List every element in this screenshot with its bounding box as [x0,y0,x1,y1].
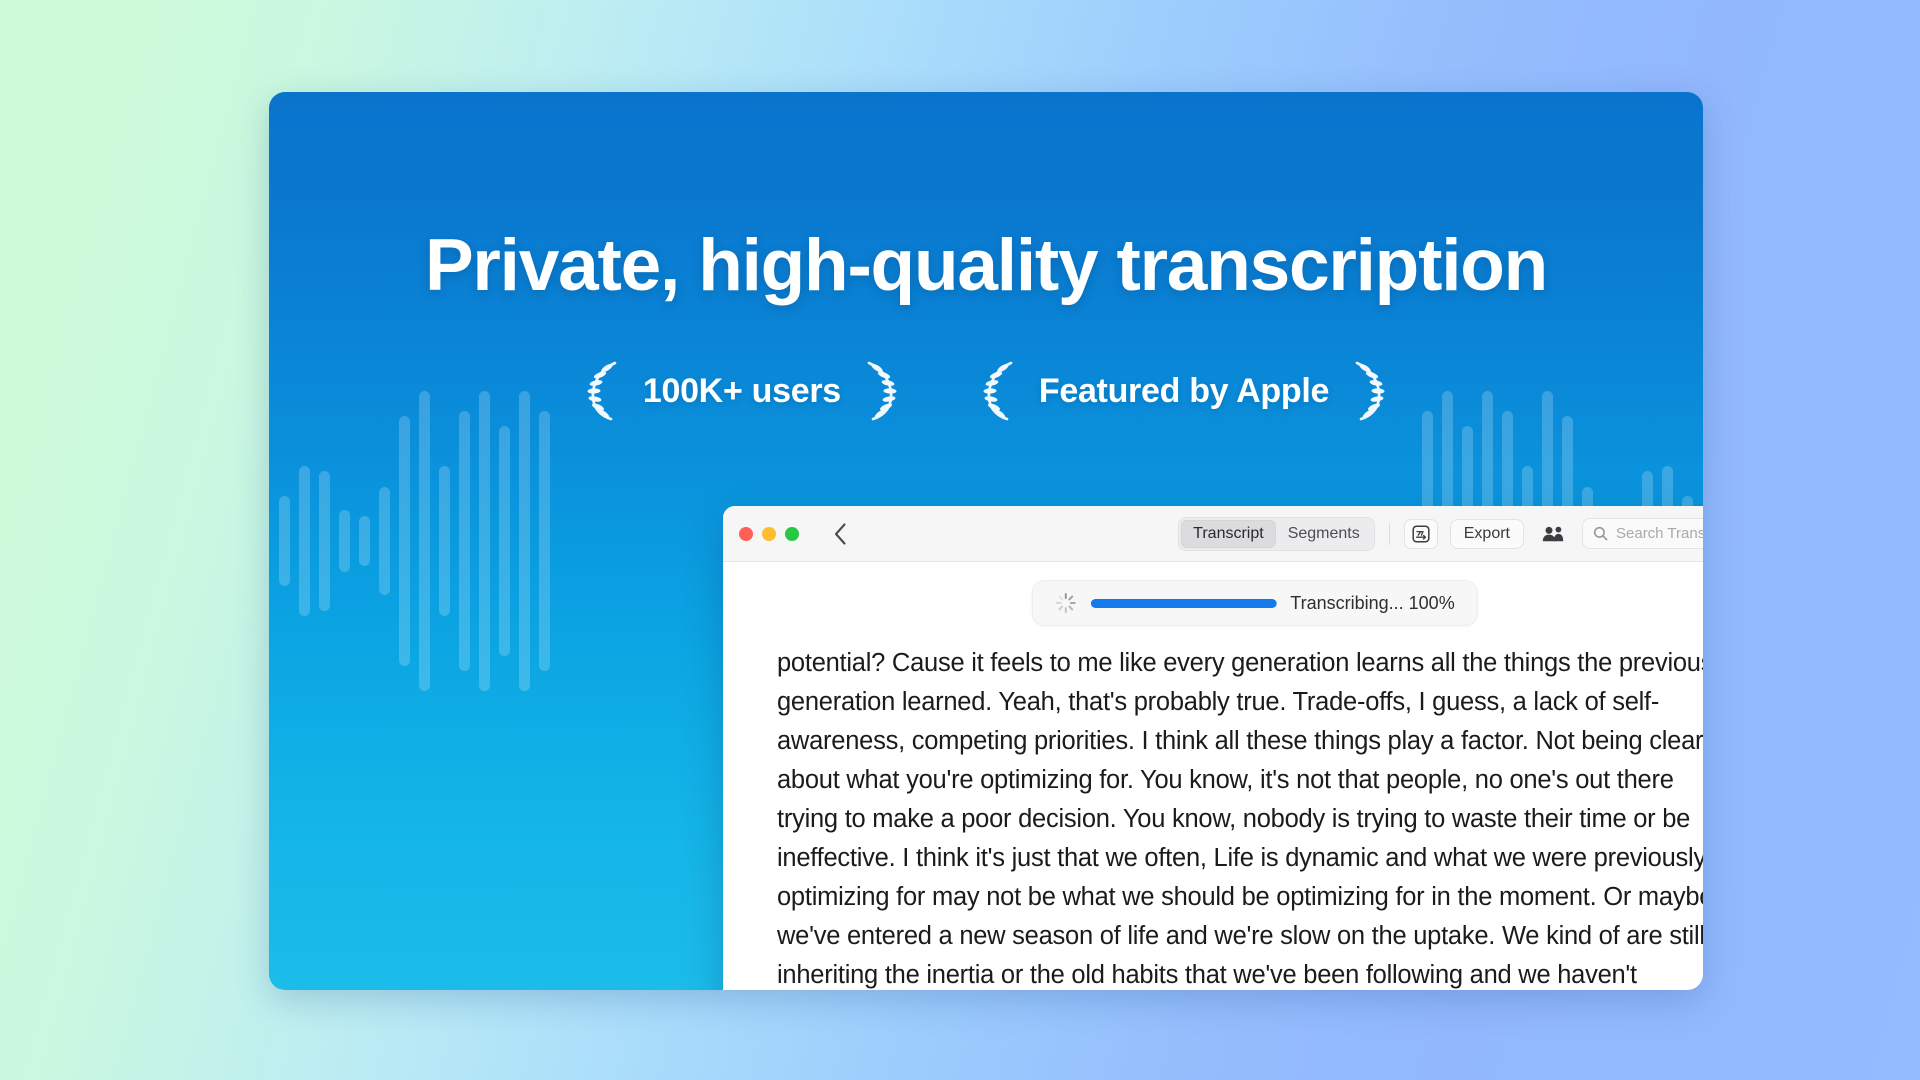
waveform-bar [459,411,470,671]
toolbar: Transcript Segments Export Search Trans [1178,516,1703,551]
waveform-bar [539,411,550,671]
promo-card: Private, high-quality transcription 100K… [269,92,1703,990]
progress-bar-fill [1090,598,1277,608]
search-icon [1593,526,1608,541]
waveform-bar [279,496,290,586]
maximize-button[interactable] [785,526,799,541]
search-placeholder: Search Transcripts [1616,525,1703,542]
laurel-wreath-icon [1355,361,1385,421]
progress-label: Transcribing... 100% [1290,592,1455,613]
loading-spinner-icon [1055,593,1076,613]
waveform-bar [359,516,370,566]
translate-icon [1412,524,1430,543]
search-input[interactable]: Search Transcripts [1582,518,1703,549]
badge-users-label: 100K+ users [642,371,841,410]
waveform-bar [479,391,490,691]
laurel-wreath-icon [587,361,617,421]
laurel-wreath-icon [983,361,1013,421]
translate-button[interactable] [1403,518,1438,549]
page-root: Private, high-quality transcription 100K… [0,0,1920,1080]
view-mode-segmented-control: Transcript Segments [1178,516,1375,551]
badge-users: 100K+ users [583,360,901,422]
minimize-button[interactable] [762,526,776,541]
badge-featured-label: Featured by Apple [1038,371,1330,410]
waveform-bar [299,466,310,616]
transcript-body: potential? Cause it feels to me like eve… [777,649,1703,989]
waveform-bar [419,391,430,691]
toolbar-divider [1388,522,1390,545]
waveform-bar [499,426,510,656]
waveform-bar [339,510,350,572]
progress-bar-track [1090,598,1277,608]
window-titlebar: Transcript Segments Export Search Trans [723,506,1703,562]
waveform-bar [319,471,330,611]
waveform-bar [519,391,530,691]
laurel-wreath-icon [867,361,897,421]
badge-featured: Featured by Apple [979,360,1389,422]
waveform-bar [439,466,450,616]
app-window: Transcript Segments Export Search Trans … [723,506,1703,990]
close-button[interactable] [739,526,753,541]
waveform-bar [399,416,410,666]
transcribing-progress: Transcribing... 100% [1031,580,1478,626]
tab-segments[interactable]: Segments [1276,520,1372,548]
page-title: Private, high-quality transcription [424,225,1548,306]
transcript-content: Transcribing... 100% Copy potential? Cau… [723,562,1703,990]
badge-row: 100K+ users Featured by Apple [269,360,1703,422]
chevron-left-icon [834,522,846,545]
speakers-icon [1542,526,1564,541]
traffic-lights [739,526,799,541]
back-button[interactable] [827,521,853,547]
tab-transcript[interactable]: Transcript [1181,519,1276,548]
speakers-button[interactable] [1536,519,1570,549]
waveform-bar [379,487,390,595]
export-button[interactable]: Export [1449,518,1524,549]
